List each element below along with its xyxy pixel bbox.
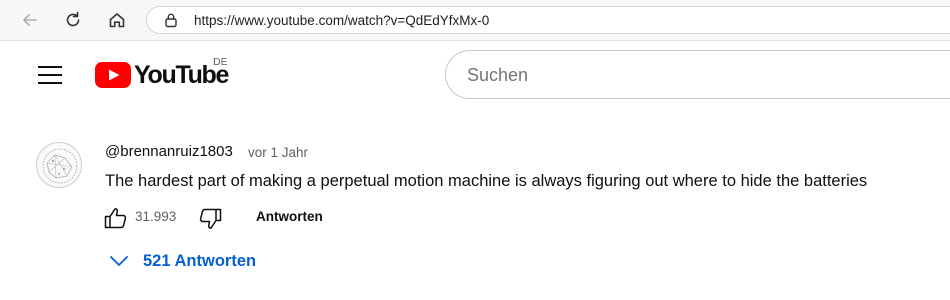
chevron-down-icon: [110, 256, 128, 266]
lock-icon: [165, 13, 177, 28]
back-button[interactable]: [17, 7, 43, 33]
home-button[interactable]: [104, 7, 130, 33]
avatar[interactable]: [36, 142, 82, 188]
comment-time[interactable]: vor 1 Jahr: [248, 145, 308, 160]
hamburger-menu-icon[interactable]: [38, 64, 62, 86]
reload-icon: [66, 11, 80, 27]
home-icon: [109, 13, 125, 28]
show-replies-button[interactable]: 521 Antworten: [108, 250, 256, 272]
like-count: 31.993: [135, 209, 177, 224]
avatar-image: [42, 148, 78, 184]
thumbs-down-icon[interactable]: [197, 206, 223, 232]
browser-toolbar: https://www.youtube.com/watch?v=QdEdYfxM…: [0, 0, 950, 41]
url-text: https://www.youtube.com/watch?v=QdEdYfxM…: [194, 13, 490, 28]
comment-author[interactable]: @brennanruiz1803: [105, 143, 233, 160]
search-placeholder: Suchen: [467, 65, 529, 85]
address-bar[interactable]: https://www.youtube.com/watch?v=QdEdYfxM…: [146, 6, 950, 34]
youtube-play-icon: [95, 62, 131, 88]
reply-button[interactable]: Antworten: [256, 209, 323, 224]
replies-count-label: 521 Antworten: [143, 251, 257, 270]
search-input[interactable]: Suchen: [445, 50, 950, 99]
arrow-left-icon: [23, 14, 37, 26]
youtube-logo[interactable]: YouTube: [95, 61, 229, 89]
comment-text: The hardest part of making a perpetual m…: [105, 172, 868, 190]
region-code: DE: [213, 56, 228, 68]
reload-button[interactable]: [60, 7, 86, 33]
thumbs-up-icon[interactable]: [103, 205, 129, 231]
